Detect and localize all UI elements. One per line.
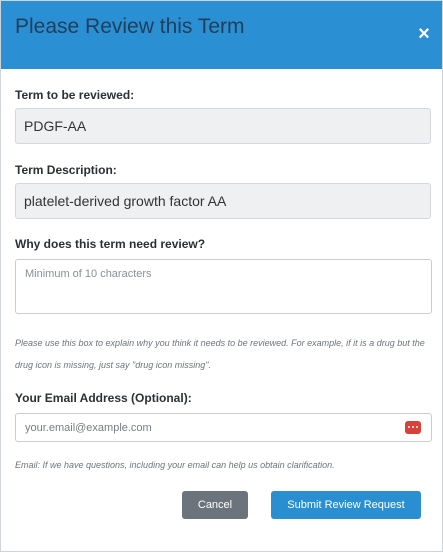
- term-value-field: PDGF-AA: [15, 108, 431, 144]
- close-icon[interactable]: ×: [415, 24, 433, 44]
- modal-header: Please Review this Term ×: [1, 1, 442, 69]
- email-label: Your Email Address (Optional):: [15, 391, 192, 405]
- description-label: Term Description:: [15, 163, 117, 177]
- password-manager-icon[interactable]: [405, 421, 421, 434]
- review-term-modal: Please Review this Term × Term to be rev…: [0, 0, 443, 552]
- submit-review-button[interactable]: Submit Review Request: [271, 491, 421, 519]
- description-value-field: platelet-derived growth factor AA: [15, 183, 431, 219]
- email-help-text: Email: If we have questions, including y…: [15, 460, 335, 470]
- email-input[interactable]: [15, 413, 432, 442]
- term-label: Term to be reviewed:: [15, 88, 135, 102]
- modal-title: Please Review this Term: [15, 15, 245, 38]
- reason-label: Why does this term need review?: [15, 237, 206, 251]
- cancel-button[interactable]: Cancel: [182, 491, 248, 519]
- reason-help-text: Please use this box to explain why you t…: [15, 338, 425, 370]
- reason-textarea[interactable]: [15, 259, 432, 314]
